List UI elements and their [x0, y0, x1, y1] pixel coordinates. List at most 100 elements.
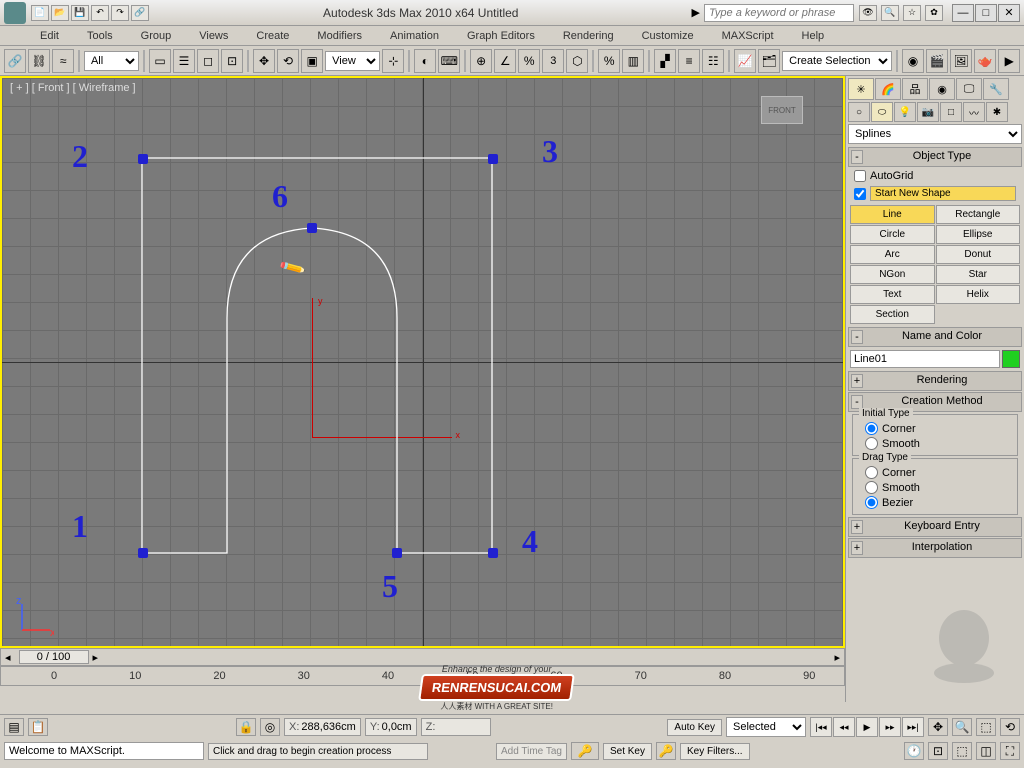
- select-name-icon[interactable]: ☰: [173, 49, 195, 73]
- object-color-swatch[interactable]: [1002, 350, 1020, 368]
- menu-modifiers[interactable]: Modifiers: [317, 30, 362, 42]
- nav-maximize-icon[interactable]: ⛶: [1000, 742, 1020, 760]
- shape-ellipse-button[interactable]: Ellipse: [936, 225, 1021, 244]
- autokey-button[interactable]: Auto Key: [667, 719, 722, 736]
- nav-zoom-extents-icon[interactable]: ⬚: [952, 742, 972, 760]
- new-icon[interactable]: 📄: [31, 5, 49, 21]
- start-new-shape-button[interactable]: Start New Shape: [870, 186, 1016, 201]
- tab-motion[interactable]: ◉: [929, 78, 955, 100]
- shape-line-button[interactable]: Line: [850, 205, 935, 224]
- minimize-button[interactable]: —: [952, 4, 974, 22]
- lock-icon[interactable]: 🔒: [236, 718, 256, 736]
- drag-corner-radio[interactable]: [865, 466, 878, 479]
- menu-tools[interactable]: Tools: [87, 30, 113, 42]
- object-name-input[interactable]: [850, 350, 1000, 368]
- play-icon[interactable]: ▶: [856, 717, 878, 737]
- initial-smooth-radio[interactable]: [865, 437, 878, 450]
- curve-editor-icon[interactable]: 📈: [734, 49, 756, 73]
- quick-render-icon[interactable]: ▶: [998, 49, 1020, 73]
- rollout-rendering[interactable]: +Rendering: [848, 371, 1022, 391]
- material-editor-icon[interactable]: ◉: [902, 49, 924, 73]
- script-toggle-icon[interactable]: ▤: [4, 718, 24, 736]
- link-icon[interactable]: 🔗: [131, 5, 149, 21]
- coord-z[interactable]: Z:: [421, 718, 491, 736]
- percent-snap-icon[interactable]: %: [518, 49, 540, 73]
- binoculars-icon[interactable]: 👁: [859, 5, 877, 21]
- prev-frame-icon[interactable]: ◂◂: [833, 717, 855, 737]
- subtab-spacewarps[interactable]: 〰: [963, 102, 985, 122]
- isolate-icon[interactable]: ◎: [260, 718, 280, 736]
- shape-text-button[interactable]: Text: [850, 285, 935, 304]
- subtab-geometry[interactable]: ○: [848, 102, 870, 122]
- subtab-systems[interactable]: ✱: [986, 102, 1008, 122]
- menu-grapheditors[interactable]: Graph Editors: [467, 30, 535, 42]
- snap-toggle-icon[interactable]: ⬡: [566, 49, 588, 73]
- nav-fov-icon[interactable]: ⬚: [976, 718, 996, 736]
- nav-zoom-icon[interactable]: 🔍: [952, 718, 972, 736]
- shape-rectangle-button[interactable]: Rectangle: [936, 205, 1021, 224]
- angle-snap-icon[interactable]: ∠: [494, 49, 516, 73]
- window-crossing-icon[interactable]: ⊡: [221, 49, 243, 73]
- render-frame-icon[interactable]: 🖼: [950, 49, 972, 73]
- open-icon[interactable]: 📂: [51, 5, 69, 21]
- ref-coord-dropdown[interactable]: View: [325, 51, 380, 71]
- render-icon[interactable]: 🫖: [974, 49, 996, 73]
- shape-helix-button[interactable]: Helix: [936, 285, 1021, 304]
- key-mode-icon[interactable]: 🔑: [656, 742, 676, 760]
- subtab-cameras[interactable]: 📷: [917, 102, 939, 122]
- initial-corner-radio[interactable]: [865, 422, 878, 435]
- tab-modify[interactable]: 🌈: [875, 78, 901, 100]
- bind-tool-icon[interactable]: ≈: [52, 49, 74, 73]
- rollout-object-type[interactable]: -Object Type: [848, 147, 1022, 167]
- scale-icon[interactable]: ▣: [301, 49, 323, 73]
- tab-hierarchy[interactable]: 品: [902, 78, 928, 100]
- menu-help[interactable]: Help: [802, 30, 825, 42]
- snap-icon[interactable]: ⊕: [470, 49, 492, 73]
- unlink-tool-icon[interactable]: ⛓: [28, 49, 50, 73]
- start-new-shape-checkbox[interactable]: [854, 188, 866, 200]
- shape-ngon-button[interactable]: NGon: [850, 265, 935, 284]
- key-icon[interactable]: 🔑: [571, 742, 599, 760]
- rollout-keyboard-entry[interactable]: +Keyboard Entry: [848, 517, 1022, 537]
- schematic-icon[interactable]: 🗂: [758, 49, 780, 73]
- rotate-icon[interactable]: ⟲: [277, 49, 299, 73]
- favorite-icon[interactable]: ✿: [925, 5, 943, 21]
- next-frame-icon[interactable]: ▸▸: [879, 717, 901, 737]
- tab-display[interactable]: 🖵: [956, 78, 982, 100]
- pivot-icon[interactable]: ⊹: [382, 49, 404, 73]
- named-selection-dropdown[interactable]: Create Selection Se: [782, 51, 892, 71]
- menu-rendering[interactable]: Rendering: [563, 30, 614, 42]
- maximize-button[interactable]: □: [975, 4, 997, 22]
- drag-smooth-radio[interactable]: [865, 481, 878, 494]
- redo-icon[interactable]: ↷: [111, 5, 129, 21]
- drag-bezier-radio[interactable]: [865, 496, 878, 509]
- menu-group[interactable]: Group: [141, 30, 172, 42]
- nav-zoom-all-icon[interactable]: ⊡: [928, 742, 948, 760]
- goto-start-icon[interactable]: |◂◂: [810, 717, 832, 737]
- viewport[interactable]: [ + ] [ Front ] [ Wireframe ] FRONT y x …: [0, 76, 845, 648]
- mirror-icon[interactable]: ▞: [654, 49, 676, 73]
- key-mode-dropdown[interactable]: Selected: [726, 717, 806, 737]
- goto-end-icon[interactable]: ▸▸|: [902, 717, 924, 737]
- help-search-icon[interactable]: 🔍: [881, 5, 899, 21]
- time-config-icon[interactable]: 🕐: [904, 742, 924, 760]
- tab-create[interactable]: ✳: [848, 78, 874, 100]
- link-tool-icon[interactable]: 🔗: [4, 49, 26, 73]
- selection-filter-dropdown[interactable]: All: [84, 51, 139, 71]
- listener-icon[interactable]: 📋: [28, 718, 48, 736]
- maxscript-listener[interactable]: [4, 742, 204, 760]
- autogrid-checkbox[interactable]: [854, 170, 866, 182]
- named-sel-icon[interactable]: ▥: [622, 49, 644, 73]
- select-icon[interactable]: ▭: [149, 49, 171, 73]
- manipulate-icon[interactable]: ◐: [414, 49, 436, 73]
- coord-y[interactable]: Y:0,0cm: [365, 718, 417, 736]
- subtab-helpers[interactable]: □: [940, 102, 962, 122]
- subtab-shapes[interactable]: ⬭: [871, 102, 893, 122]
- align-icon[interactable]: ≡: [678, 49, 700, 73]
- tab-utilities[interactable]: 🔧: [983, 78, 1009, 100]
- menu-animation[interactable]: Animation: [390, 30, 439, 42]
- keyfilters-button[interactable]: Key Filters...: [680, 743, 750, 760]
- spinner-snap-icon[interactable]: 3: [542, 49, 564, 73]
- search-input[interactable]: [704, 4, 854, 22]
- subtab-lights[interactable]: 💡: [894, 102, 916, 122]
